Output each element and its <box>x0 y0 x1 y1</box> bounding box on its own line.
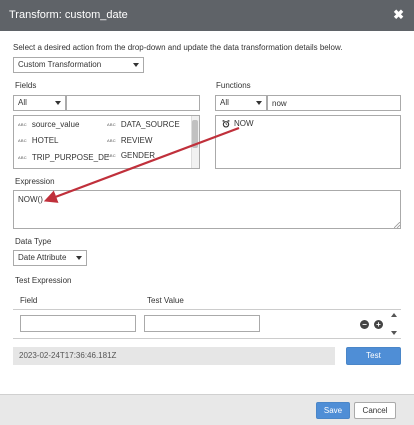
data-type-label: Data Type <box>15 237 52 246</box>
scroll-arrows-icon <box>391 313 397 335</box>
add-row-icon[interactable]: + <box>374 320 383 329</box>
test-panel-scrollbar[interactable] <box>390 311 398 337</box>
fields-search-input[interactable] <box>66 95 200 111</box>
expression-input[interactable]: NOW() <box>13 190 401 229</box>
data-type-select[interactable]: Date Attribute <box>13 250 87 266</box>
text-type-icon: ABC <box>18 155 27 161</box>
functions-list[interactable]: NOW <box>215 115 401 169</box>
field-name: REVIEW <box>120 136 153 145</box>
save-button[interactable]: Save <box>316 402 350 419</box>
list-item[interactable]: ABC GENDER <box>107 151 155 160</box>
list-item[interactable]: ABC HOTEL <box>18 136 59 145</box>
test-value-input[interactable] <box>144 315 260 332</box>
field-name: HOTEL <box>31 136 59 145</box>
fields-filter-select[interactable]: All <box>13 95 66 111</box>
functions-label: Functions <box>216 81 251 90</box>
fields-label: Fields <box>15 81 37 90</box>
text-type-icon: ABC <box>107 153 116 159</box>
dialog-titlebar: Transform: custom_date ✖ <box>0 0 414 31</box>
field-name: DATA_SOURCE <box>120 120 180 129</box>
action-select[interactable]: Custom Transformation <box>13 57 144 73</box>
functions-filter-select[interactable]: All <box>215 95 267 111</box>
function-name: NOW <box>234 119 254 128</box>
field-name: source_value <box>31 120 80 129</box>
chevron-down-icon <box>133 63 139 67</box>
dialog-footer: Save Cancel <box>0 394 414 425</box>
close-icon[interactable]: ✖ <box>393 8 404 21</box>
cancel-button[interactable]: Cancel <box>354 402 396 419</box>
list-item[interactable]: ABC DATA_SOURCE <box>107 120 180 129</box>
scrollbar-thumb[interactable] <box>192 120 198 148</box>
fields-filter-value: All <box>18 98 27 107</box>
list-item[interactable]: ABC REVIEW <box>107 136 152 145</box>
list-item[interactable]: ABC TRIP_PURPOSE_DE <box>18 153 109 162</box>
test-field-header: Field <box>20 296 38 305</box>
fields-list[interactable]: ABC source_value ABC DATA_SOURCE ABC HOTEL … <box>13 115 200 169</box>
functions-search-input[interactable] <box>267 95 401 111</box>
dialog-title: Transform: custom_date <box>9 9 128 21</box>
action-select-value: Custom Transformation <box>18 60 102 69</box>
list-item[interactable]: NOW <box>222 119 254 128</box>
test-field-input[interactable] <box>20 315 136 332</box>
text-type-icon: ABC <box>107 138 116 144</box>
field-name: TRIP_PURPOSE_DE <box>31 153 110 162</box>
field-name: GENDER <box>120 151 156 160</box>
remove-row-icon[interactable]: − <box>360 320 369 329</box>
clock-icon <box>222 120 230 128</box>
instruction-text: Select a desired action from the drop-do… <box>13 43 343 52</box>
list-item[interactable]: ABC source_value <box>18 120 79 129</box>
fields-scrollbar[interactable] <box>191 116 199 168</box>
expression-label: Expression <box>15 177 55 186</box>
test-expression-label: Test Expression <box>15 276 72 285</box>
chevron-down-icon <box>55 101 61 105</box>
text-type-icon: ABC <box>107 122 116 128</box>
test-value-header: Test Value <box>147 296 184 305</box>
chevron-down-icon <box>76 256 82 260</box>
test-result-output: 2023-02-24T17:36:46.181Z <box>13 347 335 365</box>
data-type-value: Date Attribute <box>18 253 67 262</box>
test-button[interactable]: Test <box>346 347 401 365</box>
chevron-down-icon <box>256 101 262 105</box>
text-type-icon: ABC <box>18 138 27 144</box>
text-type-icon: ABC <box>18 122 27 128</box>
resize-grip-icon[interactable] <box>394 222 400 228</box>
functions-filter-value: All <box>220 98 229 107</box>
